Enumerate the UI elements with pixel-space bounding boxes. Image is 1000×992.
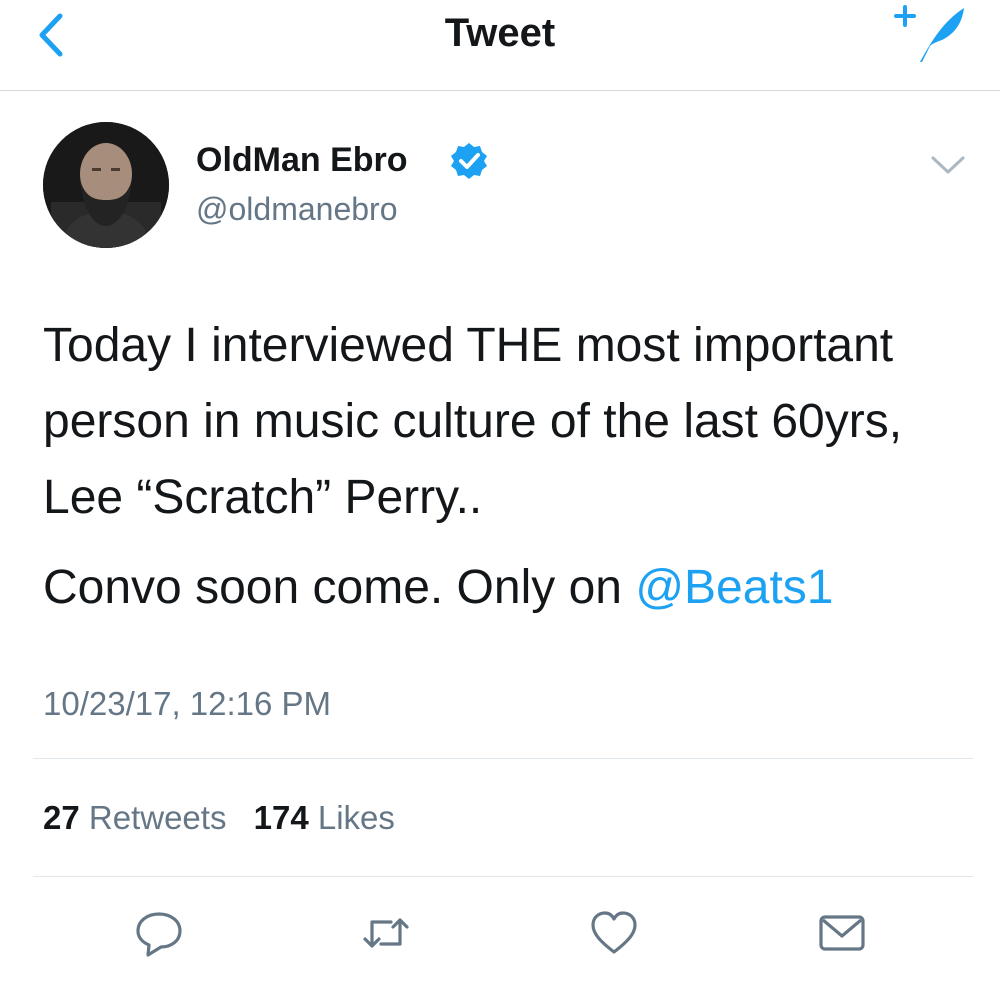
chevron-down-icon[interactable] — [927, 150, 969, 180]
retweets-label: Retweets — [88, 799, 227, 836]
mention-link[interactable]: @Beats1 — [635, 561, 833, 614]
retweets-stat[interactable]: 27 Retweets — [43, 799, 226, 836]
reply-icon[interactable] — [134, 908, 184, 958]
compose-tweet-icon[interactable] — [892, 2, 968, 66]
like-icon[interactable] — [589, 908, 639, 958]
divider — [33, 758, 973, 759]
likes-label: Likes — [317, 799, 395, 836]
engagement-stats: 27 Retweets 174 Likes — [43, 798, 413, 838]
tweet-text: Today I interviewed THE most important p… — [43, 308, 963, 626]
verified-badge-icon — [451, 143, 487, 179]
page-title: Tweet — [444, 11, 556, 55]
direct-message-icon[interactable] — [817, 908, 867, 958]
author-handle[interactable]: @oldmanebro — [196, 190, 397, 228]
retweets-count: 27 — [43, 799, 80, 836]
top-navigation-bar: Tweet — [0, 0, 1000, 91]
divider — [33, 876, 973, 877]
author-display-name[interactable]: OldMan Ebro — [196, 140, 408, 180]
avatar[interactable] — [43, 122, 169, 248]
tweet-paragraph: Today I interviewed THE most important p… — [43, 319, 903, 524]
tweet-paragraph: Convo soon come. Only on @Beats1 — [43, 550, 963, 626]
tweet-timestamp: 10/23/17, 12:16 PM — [43, 685, 332, 722]
tweet-text-span: Convo soon come. Only on — [43, 561, 636, 614]
likes-count: 174 — [253, 799, 309, 836]
likes-stat[interactable]: 174 Likes — [254, 799, 395, 836]
retweet-icon[interactable] — [361, 908, 411, 958]
avatar-photo — [43, 122, 169, 248]
